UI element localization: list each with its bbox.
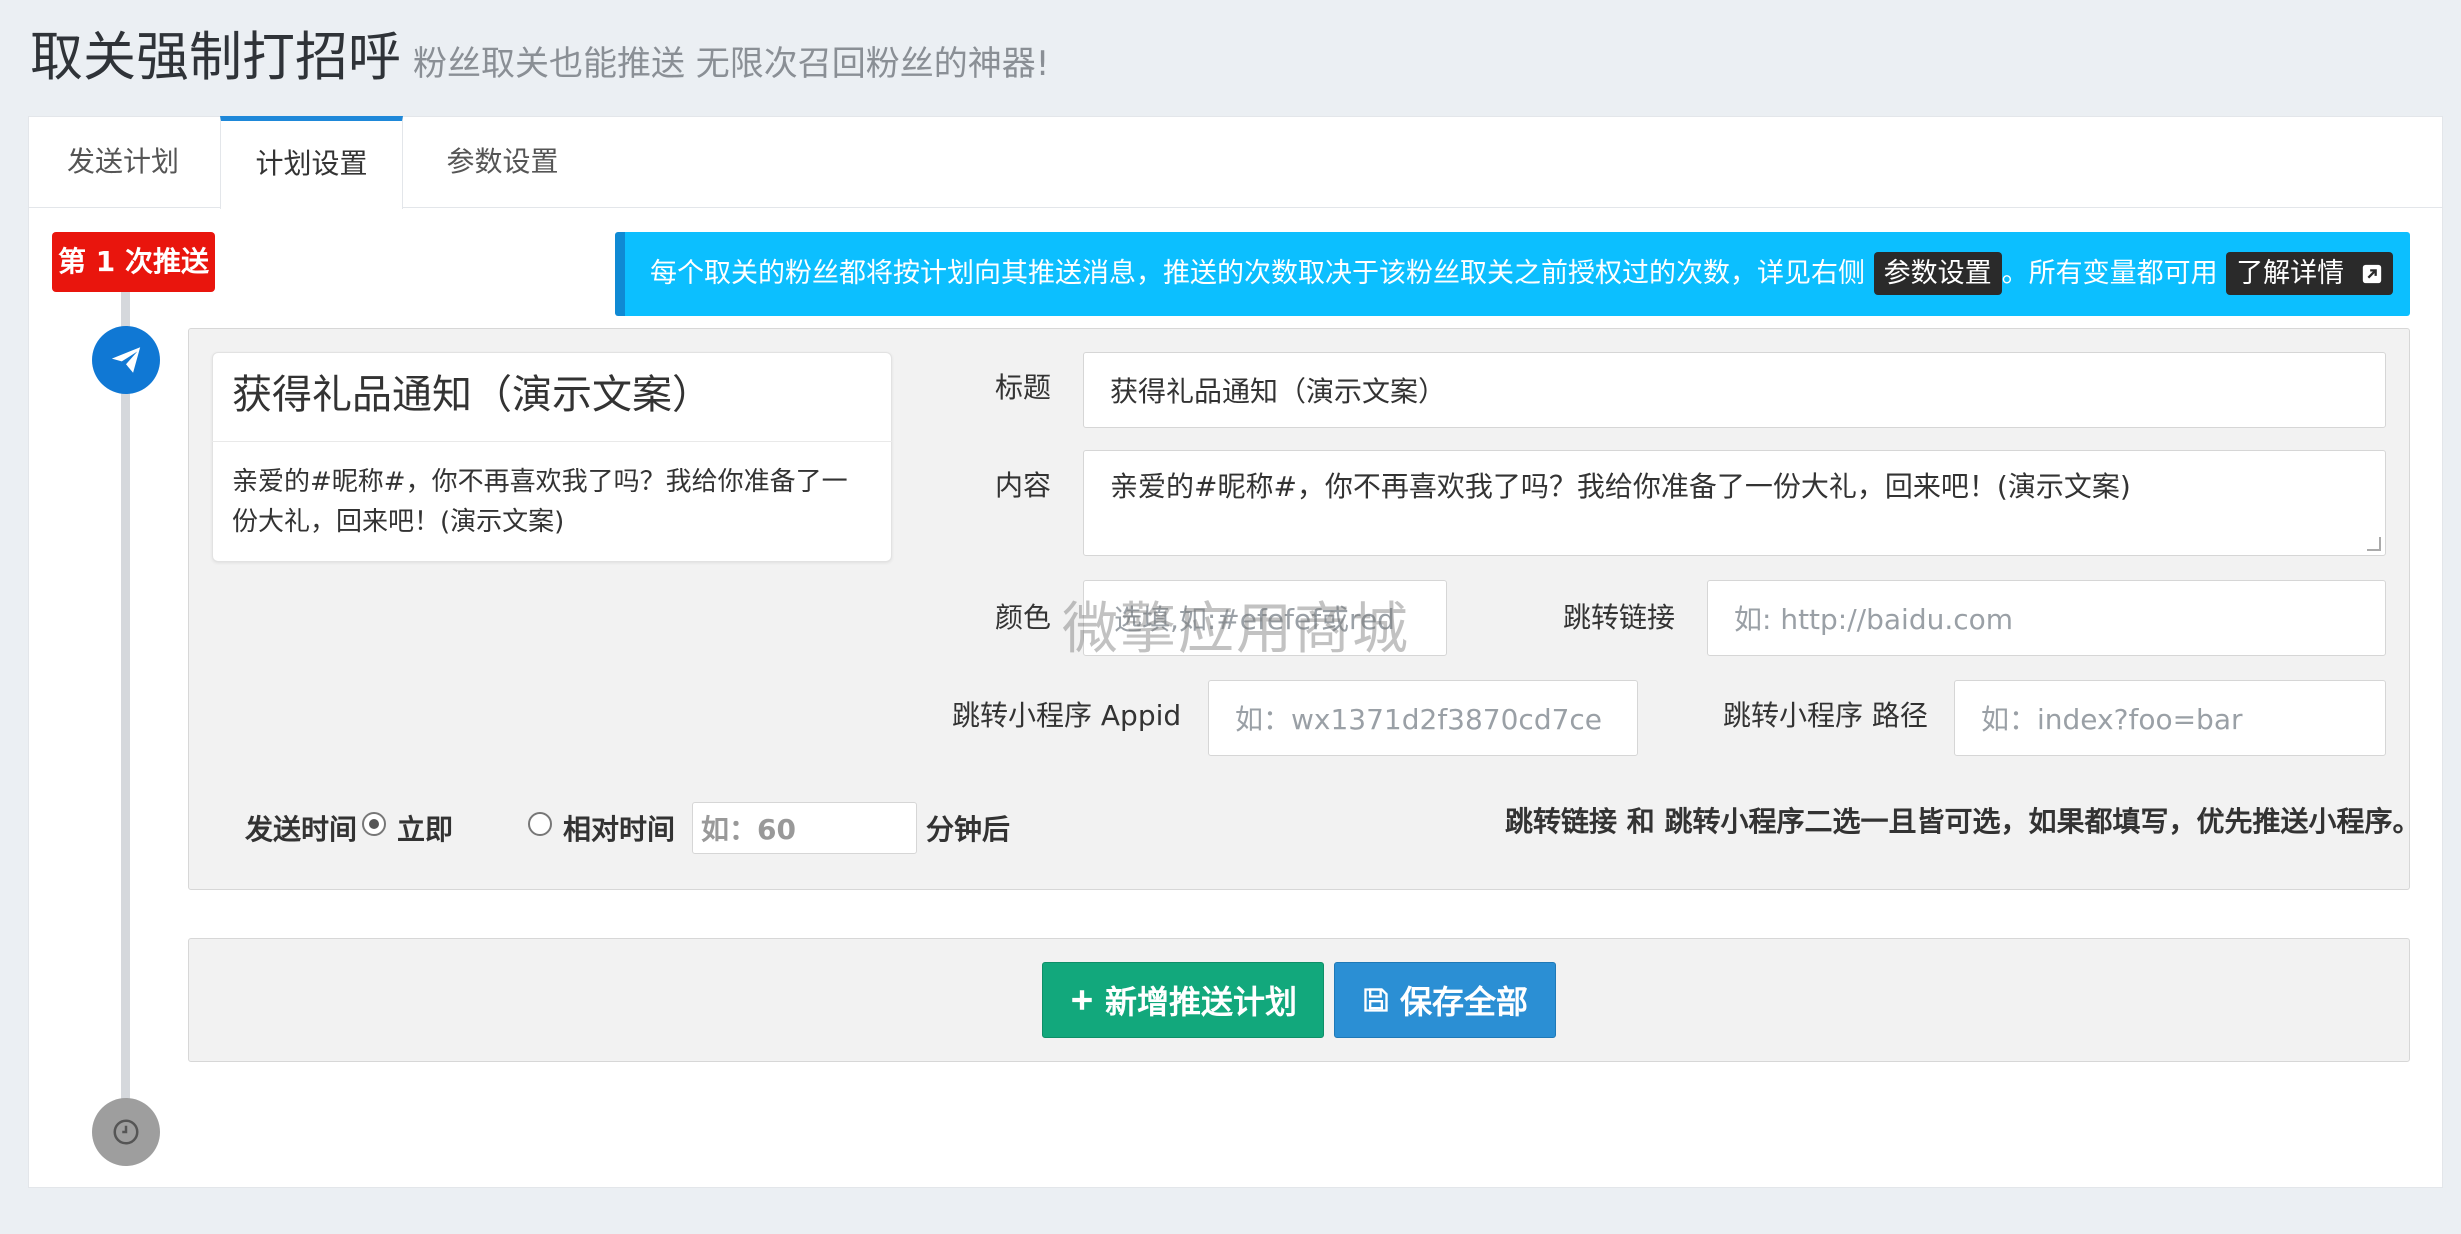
clock-icon xyxy=(92,1098,160,1166)
title-label: 标题 xyxy=(995,371,1052,404)
radio-relative[interactable] xyxy=(528,812,552,836)
paper-plane-svg xyxy=(111,347,141,373)
paper-plane-icon xyxy=(92,326,160,394)
save-all-button[interactable]: 保存全部 xyxy=(1334,962,1556,1038)
link-label: 跳转链接 xyxy=(1563,601,1676,634)
info-bar: 每个取关的粉丝都将按计划向其推送消息，推送的次数取决于该粉丝取关之前授权过的次数… xyxy=(615,232,2410,316)
link-note: 跳转链接 和 跳转小程序二选一且皆可选，如果都填写，优先推送小程序。 xyxy=(1505,805,2421,838)
timeline-line xyxy=(121,280,130,1120)
link-input[interactable]: 如: http://baidu.com xyxy=(1707,580,2386,656)
tab-plan-settings[interactable]: 计划设置 xyxy=(220,116,403,209)
page-title-text: 取关强制打招呼 xyxy=(30,27,401,88)
info-text-after: 。所有变量都可用 xyxy=(2001,258,2218,289)
appid-label: 跳转小程序 Appid xyxy=(952,699,1182,732)
relative-minutes-input[interactable]: 如：60 xyxy=(692,802,917,854)
content-text: 亲爱的#昵称#，你不再喜欢我了吗？我给你准备了一份大礼，回来吧！(演示文案) xyxy=(1110,470,2131,503)
details-label: 了解详情 xyxy=(2236,258,2345,289)
appid-input[interactable]: 如：wx1371d2f3870cd7ce xyxy=(1208,680,1638,756)
add-push-plan-button[interactable]: 新增推送计划 xyxy=(1042,962,1324,1038)
minutes-after-label: 分钟后 xyxy=(926,813,1011,846)
floppy-disk-icon xyxy=(1364,988,1388,1012)
preview-body: 亲爱的#昵称#，你不再喜欢我了吗？我给你准备了一份大礼，回来吧！(演示文案) xyxy=(232,467,848,537)
external-link-icon xyxy=(2362,264,2381,284)
details-button[interactable]: 了解详情 xyxy=(2226,252,2393,295)
plus-icon xyxy=(1072,990,1092,1010)
preview-divider xyxy=(212,441,892,442)
info-text: 每个取关的粉丝都将按计划向其推送消息，推送的次数取决于该粉丝取关之前授权过的次数… xyxy=(650,258,1865,289)
tab-param-settings[interactable]: 参数设置 xyxy=(405,116,600,208)
tab-send-plan[interactable]: 发送计划 xyxy=(28,116,218,208)
relative-label: 相对时间 xyxy=(563,813,676,846)
content-label: 内容 xyxy=(995,469,1052,502)
send-time-label: 发送时间 xyxy=(245,813,358,846)
save-all-label: 保存全部 xyxy=(1399,983,1528,1021)
immediate-label: 立即 xyxy=(397,813,454,846)
color-label: 颜色 xyxy=(995,601,1052,634)
watermark: 微擎应用商城 xyxy=(1062,597,1410,662)
params-tag[interactable]: 参数设置 xyxy=(1873,252,2002,295)
path-label: 跳转小程序 路径 xyxy=(1723,699,1928,732)
radio-immediate[interactable] xyxy=(362,812,386,836)
clock-svg xyxy=(113,1119,139,1145)
content-textarea[interactable]: 亲爱的#昵称#，你不再喜欢我了吗？我给你准备了一份大礼，回来吧！(演示文案) xyxy=(1083,450,2386,556)
add-push-plan-label: 新增推送计划 xyxy=(1104,983,1297,1021)
page-title: 取关强制打招呼 粉丝取关也能推送 无限次召回粉丝的神器! xyxy=(30,28,1049,94)
page-subtitle: 粉丝取关也能推送 无限次召回粉丝的神器! xyxy=(413,44,1050,84)
preview-title: 获得礼品通知（演示文案） xyxy=(232,372,712,418)
title-input[interactable]: 获得礼品通知（演示文案） xyxy=(1083,352,2386,428)
path-input[interactable]: 如：index?foo=bar xyxy=(1954,680,2386,756)
resize-grip[interactable] xyxy=(2367,537,2381,551)
push-count-badge: 第 1 次推送 xyxy=(52,232,215,292)
